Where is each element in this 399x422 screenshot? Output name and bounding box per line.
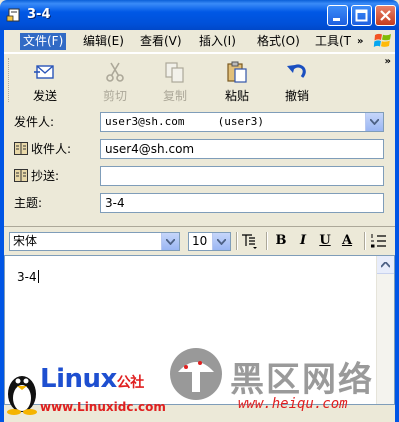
- text-caret: [37, 270, 39, 283]
- font-size-select[interactable]: 10: [188, 232, 231, 251]
- cc-label: 抄送:: [31, 169, 60, 183]
- address-book-icon: [14, 169, 28, 182]
- send-button-label: 发送: [32, 89, 57, 103]
- windows-logo-icon: [373, 33, 391, 47]
- font-dropdown-arrow[interactable]: [161, 233, 179, 250]
- menu-format[interactable]: 格式(O): [254, 33, 303, 50]
- menu-bar: 文件(F) 编辑(E) 查看(V) 插入(I) 格式(O) 工具(T »: [4, 30, 395, 53]
- font-family-value: 宋体: [13, 234, 38, 248]
- numbered-list-button[interactable]: [370, 232, 388, 250]
- paste-icon: [227, 61, 247, 83]
- cc-label-group[interactable]: 抄送:: [14, 167, 59, 184]
- linuxidc-brand-suffix: 公社: [116, 375, 145, 391]
- from-dropdown[interactable]: user3@sh.com (user3): [100, 112, 384, 132]
- close-button[interactable]: [375, 5, 396, 26]
- menu-edit[interactable]: 编辑(E): [80, 33, 127, 50]
- body-text-line: 3-4: [17, 270, 39, 284]
- format-separator: [236, 232, 238, 250]
- menu-view[interactable]: 查看(V): [137, 33, 185, 50]
- format-toolbar: 宋体 10 B I U A: [4, 226, 395, 255]
- title-bar[interactable]: 3-4: [0, 0, 399, 30]
- to-value: user4@sh.com: [105, 142, 195, 156]
- menu-file[interactable]: 文件(F): [20, 33, 67, 50]
- from-dropdown-arrow[interactable]: [365, 113, 383, 131]
- cut-button[interactable]: 剪切: [86, 58, 144, 104]
- bold-button[interactable]: B: [272, 232, 290, 250]
- heiqu-url: www.heiqu.com: [238, 396, 348, 412]
- format-separator: [266, 232, 268, 250]
- undo-icon: [287, 64, 306, 78]
- to-field[interactable]: user4@sh.com: [100, 139, 384, 159]
- message-header-fields: 发件人: user3@sh.com (user3) 收件人: user4@sh.…: [4, 108, 395, 224]
- mail-compose-icon: [6, 8, 20, 22]
- penguin-logo-icon: [7, 376, 37, 415]
- menu-overflow-chevron[interactable]: »: [354, 33, 366, 50]
- menu-tools[interactable]: 工具(T: [312, 33, 354, 50]
- main-toolbar: 发送 剪切 复制 粘贴 撤销 »: [4, 53, 395, 109]
- linuxidc-brand-name: Linux: [40, 364, 117, 394]
- chevron-up-icon: [381, 262, 390, 268]
- window-frame-right: [395, 30, 399, 422]
- toolbar-overflow-chevron[interactable]: »: [385, 56, 391, 67]
- minimize-button[interactable]: [327, 5, 348, 26]
- chevron-down-icon: [370, 119, 379, 125]
- linuxidc-url: www.Linuxidc.com: [40, 400, 166, 414]
- cut-button-label: 剪切: [102, 89, 127, 103]
- undo-button-label: 撤销: [284, 89, 309, 103]
- address-book-icon: [14, 142, 28, 155]
- paste-button-label: 粘贴: [224, 89, 249, 103]
- paragraph-style-icon: [242, 234, 257, 249]
- close-icon: [380, 10, 391, 21]
- copy-button-label: 复制: [162, 89, 187, 103]
- send-icon: [34, 65, 54, 79]
- toolbar-grip[interactable]: [8, 58, 12, 102]
- format-separator: [364, 232, 366, 250]
- subject-value: 3-4: [105, 196, 125, 210]
- chevron-down-icon: [166, 239, 175, 245]
- maximize-icon: [355, 9, 368, 22]
- subject-field[interactable]: 3-4: [100, 193, 384, 213]
- heiqu-mushroom-logo-icon: [170, 348, 222, 400]
- scissors-icon: [106, 62, 124, 82]
- cc-field[interactable]: [100, 166, 384, 186]
- send-button[interactable]: 发送: [16, 58, 74, 104]
- font-family-select[interactable]: 宋体: [9, 232, 180, 251]
- scroll-up-button[interactable]: [377, 256, 394, 274]
- linuxidc-brand: Linux公社: [40, 364, 144, 394]
- underline-button[interactable]: U: [316, 232, 334, 250]
- font-color-button[interactable]: A: [338, 232, 356, 250]
- window-title: 3-4: [27, 7, 51, 22]
- to-label: 收件人:: [31, 142, 72, 156]
- from-value: user3@sh.com (user3): [105, 115, 264, 128]
- undo-button[interactable]: 撤销: [268, 58, 326, 104]
- linuxidc-watermark: Linux公社 www.Linuxidc.com: [4, 362, 186, 418]
- maximize-button[interactable]: [351, 5, 372, 26]
- paste-button[interactable]: 粘贴: [208, 58, 266, 104]
- from-label: 发件人:: [14, 115, 55, 129]
- copy-icon: [165, 62, 184, 83]
- heiqu-watermark: 黑区网络 www.heiqu.com: [168, 346, 388, 416]
- body-text: 3-4: [17, 270, 37, 284]
- subject-label: 主题:: [14, 196, 43, 210]
- menu-insert[interactable]: 插入(I): [196, 33, 239, 50]
- minimize-icon: [333, 18, 340, 21]
- paragraph-style-button[interactable]: [240, 232, 258, 250]
- numbered-list-icon: [371, 234, 386, 248]
- heiqu-brand: 黑区网络: [230, 360, 374, 400]
- copy-button[interactable]: 复制: [146, 58, 204, 104]
- size-dropdown-arrow[interactable]: [212, 233, 230, 250]
- chevron-down-icon: [217, 239, 226, 245]
- to-label-group[interactable]: 收件人:: [14, 140, 71, 157]
- italic-button[interactable]: I: [294, 232, 312, 250]
- font-size-value: 10: [192, 234, 208, 248]
